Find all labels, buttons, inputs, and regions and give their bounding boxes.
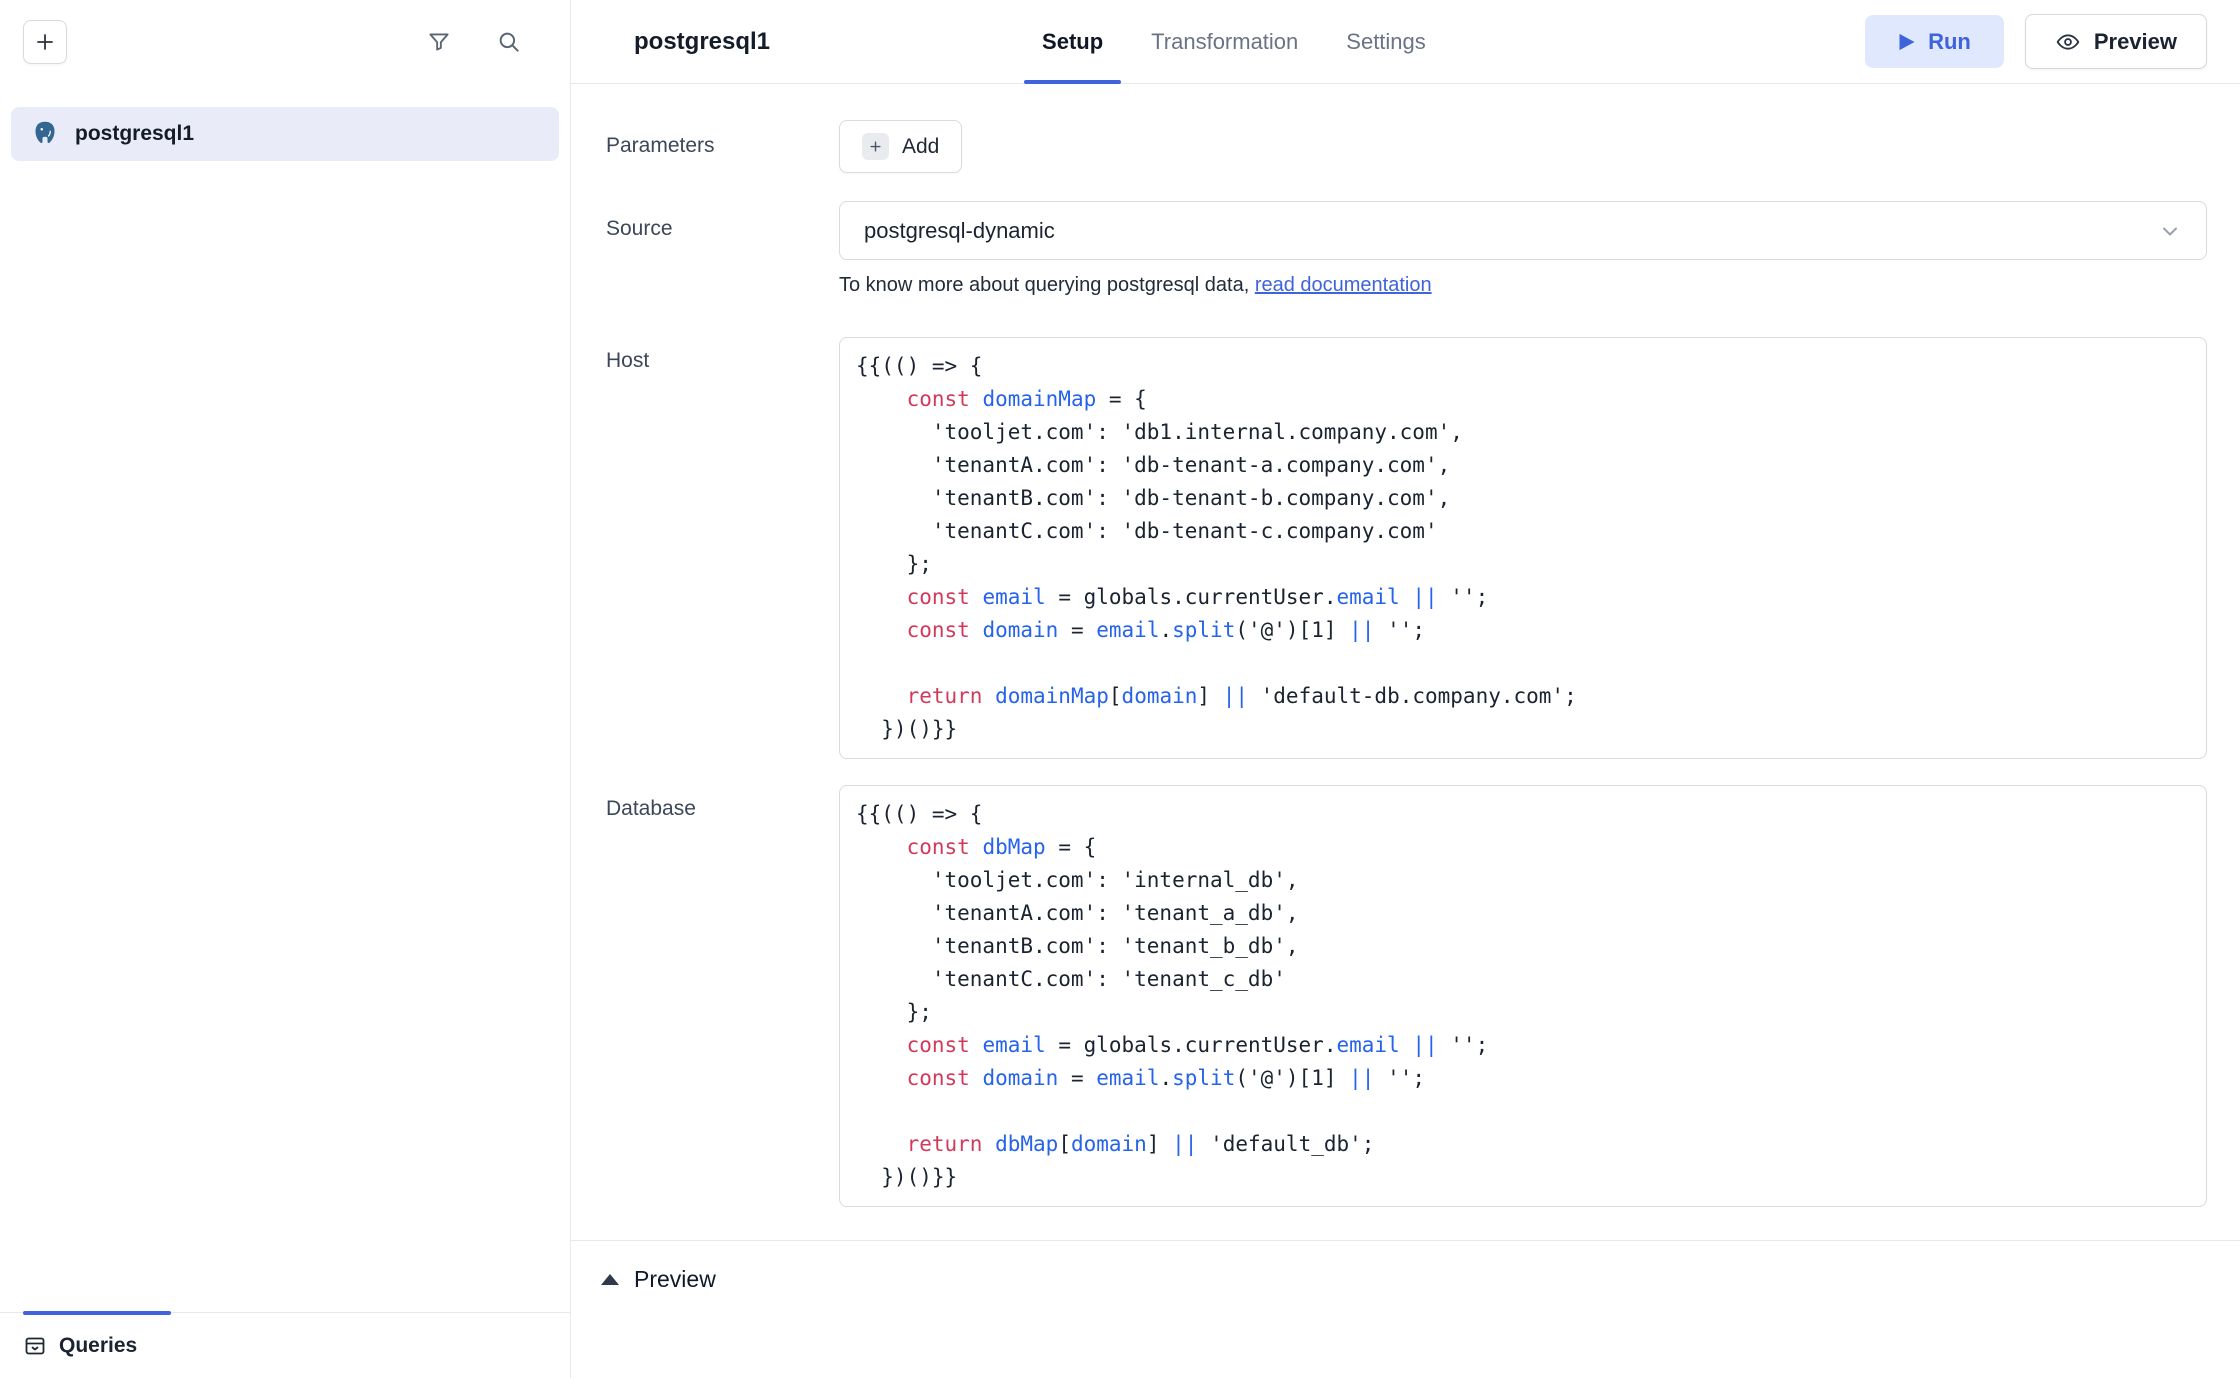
query-editor-panel: postgresql1 Setup Transformation Setting… bbox=[571, 0, 2240, 1378]
play-icon bbox=[1898, 32, 1916, 52]
host-row: Host {{(() => { const domainMap = { 'too… bbox=[571, 337, 2240, 759]
host-control: {{(() => { const domainMap = { 'tooljet.… bbox=[839, 337, 2207, 759]
run-button[interactable]: Run bbox=[1865, 15, 2004, 68]
add-query-button[interactable] bbox=[23, 20, 67, 64]
queries-label: Queries bbox=[59, 1334, 137, 1358]
search-button[interactable] bbox=[496, 29, 522, 55]
add-parameter-label: Add bbox=[902, 135, 939, 159]
setup-form: Parameters Add Source postgresql-dynamic bbox=[571, 84, 2240, 1240]
queries-tab-indicator bbox=[23, 1311, 171, 1315]
preview-section-label: Preview bbox=[634, 1266, 716, 1293]
postgresql-icon bbox=[30, 119, 60, 149]
tab-transformation[interactable]: Transformation bbox=[1127, 0, 1322, 83]
source-select[interactable]: postgresql-dynamic bbox=[839, 201, 2207, 260]
filter-button[interactable] bbox=[426, 29, 452, 55]
parameters-label: Parameters bbox=[606, 120, 839, 158]
source-select-value: postgresql-dynamic bbox=[864, 218, 2158, 244]
queries-icon bbox=[23, 1334, 47, 1358]
sidebar-footer: Queries bbox=[0, 1312, 570, 1378]
header-actions: Run Preview bbox=[1865, 0, 2207, 83]
queries-sidebar: postgresql1 Queries bbox=[0, 0, 571, 1378]
query-item-label: postgresql1 bbox=[75, 122, 194, 146]
plus-icon bbox=[33, 30, 57, 54]
source-row: Source postgresql-dynamic To know more a… bbox=[571, 201, 2240, 297]
database-control: {{(() => { const dbMap = { 'tooljet.com'… bbox=[839, 785, 2207, 1207]
sidebar-toolbar bbox=[0, 0, 570, 84]
search-icon bbox=[496, 29, 522, 55]
tab-setup[interactable]: Setup bbox=[1018, 0, 1127, 83]
query-title: postgresql1 bbox=[634, 28, 770, 56]
host-code-editor[interactable]: {{(() => { const domainMap = { 'tooljet.… bbox=[839, 337, 2207, 759]
host-label: Host bbox=[606, 337, 839, 373]
preview-button-label: Preview bbox=[2094, 29, 2177, 55]
collapse-caret-icon bbox=[601, 1274, 619, 1285]
plus-square-icon bbox=[862, 133, 889, 160]
add-parameter-button[interactable]: Add bbox=[839, 120, 962, 173]
chevron-down-icon bbox=[2158, 219, 2182, 243]
read-documentation-link[interactable]: read documentation bbox=[1255, 274, 1432, 296]
tab-settings[interactable]: Settings bbox=[1322, 0, 1450, 83]
query-list: postgresql1 bbox=[0, 84, 570, 1312]
preview-section-header[interactable]: Preview bbox=[571, 1240, 2240, 1378]
database-label: Database bbox=[606, 785, 839, 821]
filter-icon bbox=[426, 29, 452, 55]
source-help-text: To know more about querying postgresql d… bbox=[839, 274, 2207, 297]
database-row: Database {{(() => { const dbMap = { 'too… bbox=[571, 785, 2240, 1207]
run-button-label: Run bbox=[1928, 29, 1971, 55]
source-help-prefix: To know more about querying postgresql d… bbox=[839, 274, 1249, 296]
app-root: postgresql1 Queries postgresql1 Setup Tr… bbox=[0, 0, 2240, 1378]
queries-panel-toggle[interactable]: Queries bbox=[23, 1334, 137, 1358]
preview-button[interactable]: Preview bbox=[2025, 14, 2207, 69]
eye-icon bbox=[2055, 29, 2081, 55]
source-label: Source bbox=[606, 201, 839, 241]
source-control: postgresql-dynamic To know more about qu… bbox=[839, 201, 2207, 297]
query-editor-header: postgresql1 Setup Transformation Setting… bbox=[571, 0, 2240, 84]
parameters-row: Parameters Add bbox=[571, 120, 2240, 173]
parameters-control: Add bbox=[839, 120, 2207, 173]
database-code-editor[interactable]: {{(() => { const dbMap = { 'tooljet.com'… bbox=[839, 785, 2207, 1207]
editor-tabs: Setup Transformation Settings bbox=[1018, 0, 1450, 83]
query-list-item-postgresql1[interactable]: postgresql1 bbox=[11, 107, 559, 161]
